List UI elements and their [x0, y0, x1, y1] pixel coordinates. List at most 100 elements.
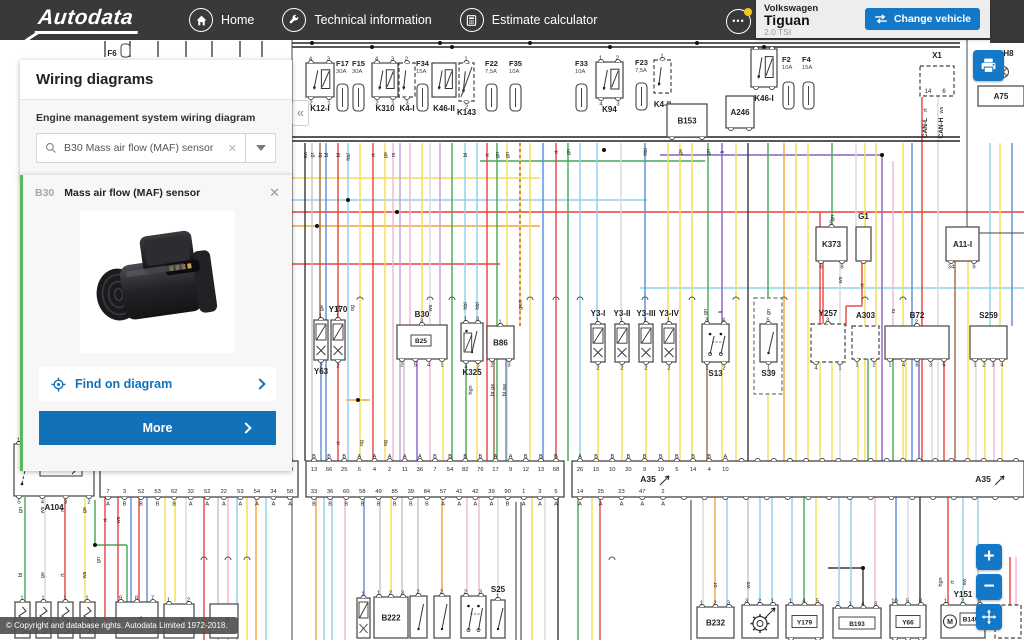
- diagram-component-S259: [970, 326, 1007, 359]
- zoom-out-button[interactable]: −: [976, 574, 1002, 600]
- print-button[interactable]: [973, 50, 1004, 81]
- svg-text:og: og: [359, 440, 365, 446]
- svg-text:2: 2: [644, 366, 647, 372]
- svg-text:X1: X1: [932, 51, 942, 60]
- svg-text:A: A: [373, 454, 377, 460]
- svg-text:1: 1: [377, 591, 380, 597]
- svg-text:gn: gn: [703, 309, 709, 315]
- svg-text:3: 3: [327, 57, 330, 63]
- svg-text:2: 2: [616, 56, 619, 62]
- svg-text:B: B: [659, 454, 663, 460]
- svg-text:B232: B232: [706, 619, 726, 628]
- svg-text:rt: rt: [371, 153, 377, 157]
- svg-text:og: og: [350, 305, 356, 311]
- svg-text:2: 2: [336, 364, 339, 370]
- svg-text:6: 6: [915, 363, 918, 369]
- chevron-right-icon: [240, 422, 251, 433]
- collapse-panel-button[interactable]: «: [292, 100, 309, 126]
- diagram-component-Y63: [314, 320, 328, 360]
- svg-text:F6: F6: [107, 49, 117, 58]
- svg-text:S13: S13: [708, 369, 723, 378]
- svg-text:25: 25: [341, 467, 347, 473]
- svg-text:B: B: [409, 502, 413, 508]
- svg-text:1: 1: [496, 594, 499, 600]
- svg-text:ge: ge: [383, 152, 389, 158]
- autodata-logo[interactable]: Autodata: [35, 6, 141, 34]
- svg-text:3: 3: [705, 318, 708, 324]
- clear-search-icon[interactable]: ✕: [228, 142, 237, 155]
- target-icon: [51, 377, 66, 392]
- component-photo: [80, 211, 235, 353]
- svg-text:2: 2: [758, 599, 761, 605]
- svg-text:7,5A: 7,5A: [635, 68, 647, 74]
- svg-text:14: 14: [690, 467, 697, 473]
- svg-text:68: 68: [553, 467, 559, 473]
- svg-text:5: 5: [906, 599, 909, 605]
- svg-text:1: 1: [63, 596, 66, 602]
- svg-text:A: A: [239, 502, 243, 508]
- svg-text:33: 33: [311, 489, 317, 495]
- component-search-input[interactable]: B30 Mass air flow (MAF) sensor ✕: [36, 133, 246, 163]
- svg-text:A: A: [418, 454, 422, 460]
- svg-text:82: 82: [462, 467, 468, 473]
- svg-text:6: 6: [358, 467, 361, 473]
- svg-text:rt: rt: [950, 580, 956, 584]
- svg-text:1: 1: [41, 596, 44, 602]
- svg-text:B86: B86: [493, 339, 508, 348]
- svg-text:ge: ge: [40, 572, 46, 578]
- svg-text:br ge: br ge: [490, 384, 496, 397]
- search-dropdown-button[interactable]: [246, 133, 276, 163]
- svg-text:60: 60: [343, 489, 349, 495]
- nav-item-home[interactable]: Home: [189, 8, 254, 32]
- svg-text:A: A: [640, 502, 644, 508]
- svg-text:bl sw: bl sw: [502, 384, 508, 397]
- svg-text:23: 23: [618, 489, 624, 495]
- diagram-component: [434, 596, 450, 638]
- svg-text:2: 2: [661, 489, 664, 495]
- svg-text:A35: A35: [640, 474, 656, 484]
- svg-text:rs: rs: [391, 152, 397, 157]
- svg-text:A: A: [661, 502, 665, 508]
- svg-text:85: 85: [391, 489, 397, 495]
- zoom-in-button[interactable]: +: [976, 544, 1002, 570]
- svg-text:B: B: [691, 454, 695, 460]
- printer-icon: [980, 57, 997, 74]
- nav-item-technical-information[interactable]: Technical information: [282, 8, 431, 32]
- svg-text:4: 4: [1000, 363, 1004, 369]
- nav-label: Technical information: [314, 13, 431, 27]
- svg-text:13: 13: [538, 467, 544, 473]
- svg-text:A: A: [473, 502, 477, 508]
- svg-text:54: 54: [447, 467, 454, 473]
- svg-text:rt: rt: [860, 283, 866, 287]
- svg-text:A: A: [599, 502, 603, 508]
- svg-text:sw: sw: [962, 579, 968, 586]
- change-vehicle-button[interactable]: Change vehicle: [865, 8, 980, 30]
- svg-text:7: 7: [433, 467, 436, 473]
- svg-text:rt: rt: [923, 108, 929, 112]
- svg-text:F17: F17: [336, 59, 349, 68]
- more-options-button[interactable]: •••: [726, 9, 751, 34]
- svg-text:62: 62: [171, 489, 177, 495]
- svg-text:B: B: [139, 502, 143, 508]
- svg-text:2: 2: [87, 500, 90, 506]
- svg-text:2: 2: [400, 363, 403, 369]
- more-button[interactable]: More: [39, 411, 276, 445]
- svg-text:3: 3: [826, 318, 829, 324]
- svg-text:14: 14: [925, 89, 932, 95]
- nav-item-estimate-calculator[interactable]: Estimate calculator: [460, 8, 598, 32]
- close-icon[interactable]: ✕: [269, 185, 280, 201]
- svg-text:li: li: [720, 151, 726, 153]
- svg-text:3: 3: [391, 57, 394, 63]
- svg-text:8: 8: [919, 599, 922, 605]
- svg-text:F35: F35: [509, 59, 522, 68]
- pan-button[interactable]: [976, 604, 1002, 630]
- svg-text:10: 10: [609, 467, 615, 473]
- svg-text:B: B: [610, 454, 614, 460]
- svg-text:ws: ws: [82, 571, 88, 579]
- svg-text:53: 53: [237, 489, 243, 495]
- svg-text:rt: rt: [554, 150, 560, 154]
- svg-text:S259: S259: [979, 311, 998, 320]
- svg-text:58: 58: [359, 489, 365, 495]
- find-on-diagram-button[interactable]: Find on diagram: [39, 367, 276, 401]
- svg-text:11: 11: [402, 467, 408, 473]
